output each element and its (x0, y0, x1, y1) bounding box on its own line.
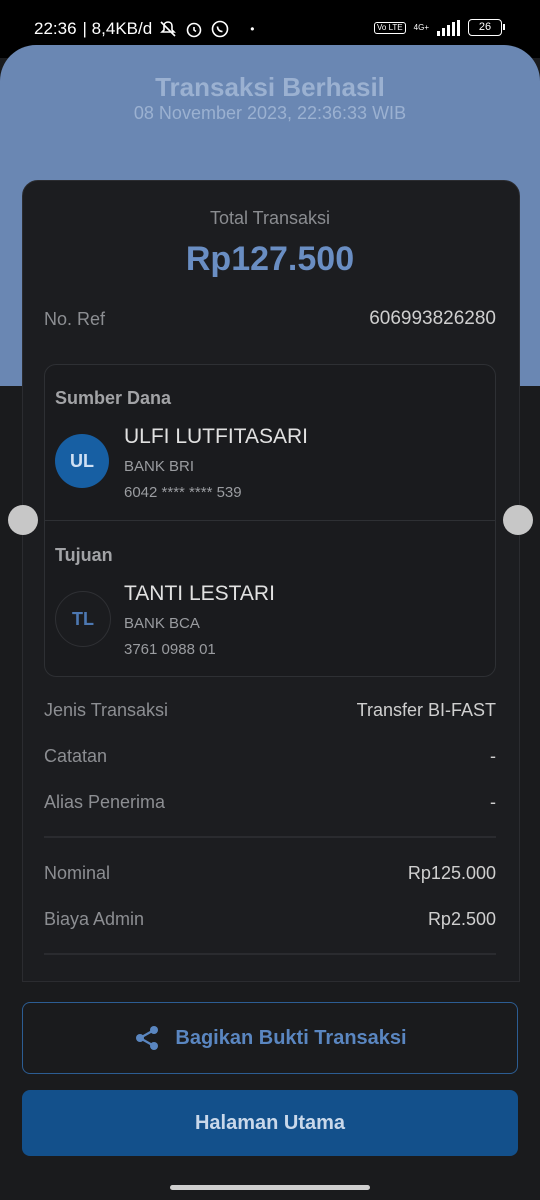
destination-name: TANTI LESTARI (124, 582, 275, 605)
source-bank: BANK BRI (124, 458, 195, 475)
notification-dot: • (250, 22, 255, 36)
share-receipt-button[interactable]: Bagikan Bukti Transaksi (22, 1002, 518, 1074)
section-divider (44, 953, 496, 955)
detail-value: - (490, 792, 496, 812)
source-account: 6042 **** **** 539 (124, 484, 242, 501)
mute-icon (160, 21, 177, 37)
destination-account: 3761 0988 01 (124, 641, 216, 658)
source-avatar: UL (55, 434, 109, 488)
cost-value: Rp125.000 (407, 863, 496, 883)
cost-label: Biaya Admin (44, 909, 145, 929)
destination-avatar: TL (55, 591, 111, 647)
battery-level: 26 (478, 21, 492, 33)
card-notch-left (8, 505, 38, 535)
source-section-title: Sumber Dana (55, 388, 172, 408)
detail-row-transaction-type: Jenis Transaksi Transfer BI-FAST (44, 700, 496, 721)
status-time: 22:36 (34, 19, 77, 38)
share-button-label: Bagikan Bukti Transaksi (175, 1026, 407, 1049)
section-divider (44, 836, 496, 838)
detail-value: - (490, 746, 496, 766)
ref-label: No. Ref (44, 308, 106, 329)
cost-value: Rp2.500 (427, 909, 496, 929)
detail-row-alias: Alias Penerima - (44, 792, 496, 813)
home-button[interactable]: Halaman Utama (22, 1090, 518, 1156)
transaction-datetime: 08 November 2023, 22:36:33 WIB (133, 103, 407, 123)
cost-row-admin-fee: Biaya Admin Rp2.500 (44, 909, 496, 930)
home-button-label: Halaman Utama (194, 1111, 346, 1134)
page-title: Transaksi Berhasil (155, 72, 385, 102)
alarm-icon (186, 22, 202, 38)
battery-icon: 26 (468, 19, 505, 36)
detail-label: Alias Penerima (44, 792, 166, 812)
cost-row-nominal: Nominal Rp125.000 (44, 863, 496, 884)
detail-value: Transfer BI-FAST (356, 700, 496, 720)
home-indicator[interactable] (170, 1185, 370, 1190)
destination-bank: BANK BCA (124, 615, 200, 632)
source-name: ULFI LUTFITASARI (124, 425, 308, 448)
network-type: 4G+ (413, 23, 429, 32)
detail-row-note: Catatan - (44, 746, 496, 767)
detail-label: Catatan (44, 746, 108, 766)
accounts-panel (44, 364, 496, 677)
total-label: Total Transaksi (209, 208, 331, 228)
share-icon (136, 1026, 159, 1050)
ref-row: No. Ref 606993826280 (44, 308, 496, 330)
signal-icon (437, 19, 460, 36)
status-speed: | 8,4KB/d (82, 19, 153, 38)
ref-value[interactable]: 606993826280 (369, 308, 496, 330)
cost-label: Nominal (44, 863, 111, 883)
total-amount: Rp127.500 (185, 240, 355, 278)
card-notch-right (503, 505, 533, 535)
panel-divider (45, 520, 495, 521)
volte-badge: Vo LTE (374, 21, 406, 34)
destination-section-title: Tujuan (55, 545, 113, 565)
detail-label: Jenis Transaksi (44, 700, 169, 720)
whatsapp-icon (211, 20, 229, 38)
